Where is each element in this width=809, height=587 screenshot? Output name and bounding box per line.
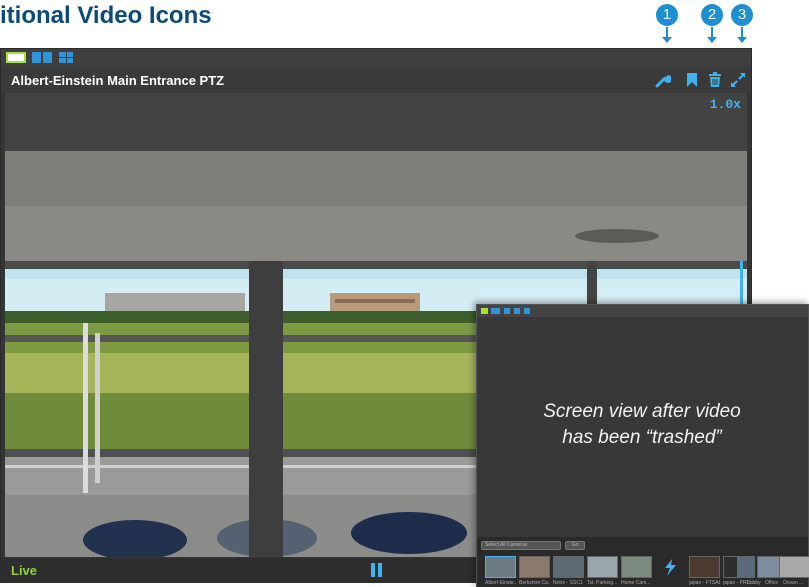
thumbnail-label: Ocean ...: [783, 580, 804, 586]
callout-1: 1: [656, 4, 678, 26]
thumbnail-label: Home Cam...: [621, 580, 651, 586]
layout-two-button[interactable]: [32, 52, 52, 63]
camera-thumbnail[interactable]: [485, 556, 516, 578]
callout-2-arrow: [707, 27, 717, 43]
thumbnail-label: Albert-Einste...: [485, 580, 516, 586]
inset-message-line1: Screen view after video: [543, 401, 741, 422]
camera-thumbnail[interactable]: [587, 556, 618, 578]
thumbnail-label: Tst. Parking...: [587, 580, 618, 586]
zoom-level: 1.0x: [709, 97, 741, 112]
inset-message-line2: has been “trashed”: [562, 426, 722, 448]
camera-thumbnail[interactable]: [655, 556, 686, 578]
fullscreen-icon[interactable]: [730, 72, 746, 88]
callout-3: 3: [731, 4, 753, 26]
callout-3-arrow: [737, 27, 747, 43]
pause-icon[interactable]: [371, 563, 383, 577]
trash-icon[interactable]: [707, 72, 723, 88]
page-heading: itional Video Icons: [0, 2, 212, 29]
lightning-icon: [665, 559, 676, 576]
thumbnail-label: japan - FTSA8: [689, 580, 720, 586]
camera-thumbnail[interactable]: [779, 556, 809, 578]
camera-filter-select[interactable]: Select All Cameras: [481, 541, 561, 550]
wrench-icon[interactable]: [655, 72, 671, 88]
trashed-screen-inset: Screen view after video has been “trashe…: [476, 304, 809, 587]
camera-titlebar: Albert-Einstein Main Entrance PTZ: [1, 67, 751, 93]
inset-layout-two-button[interactable]: [491, 308, 500, 314]
camera-tray: Select All Cameras Go Albert-Einste... B…: [477, 537, 809, 587]
callout-2: 2: [701, 4, 723, 26]
thumbnail-label: Notre - SSC1: [553, 580, 583, 586]
camera-thumbnail[interactable]: [621, 556, 652, 578]
thumbnail-label: Office: [765, 580, 778, 586]
camera-thumbnail[interactable]: [689, 556, 720, 578]
inset-layout-single-button[interactable]: [481, 308, 488, 314]
camera-filter-go-button[interactable]: Go: [565, 541, 585, 550]
bookmark-icon[interactable]: [684, 72, 700, 88]
camera-thumbnail[interactable]: [553, 556, 584, 578]
layout-toolbar: [1, 49, 751, 67]
camera-title: Albert-Einstein Main Entrance PTZ: [11, 73, 225, 88]
layout-single-button[interactable]: [6, 52, 26, 63]
inset-layout-grid2-button[interactable]: [514, 308, 520, 314]
layout-grid-button[interactable]: [59, 52, 73, 63]
callout-1-arrow: [662, 27, 672, 43]
camera-thumbnail[interactable]: [519, 556, 550, 578]
thumbnail-label: Berkshire Ca...: [519, 580, 550, 586]
inset-layout-toolbar: [477, 305, 808, 317]
inset-message: Screen view after video has been “trashe…: [497, 399, 787, 450]
camera-thumbnail[interactable]: [737, 556, 755, 578]
inset-layout-grid-button[interactable]: [504, 308, 510, 314]
inset-layout-grid3-button[interactable]: [524, 308, 530, 314]
live-status: Live: [11, 563, 38, 578]
